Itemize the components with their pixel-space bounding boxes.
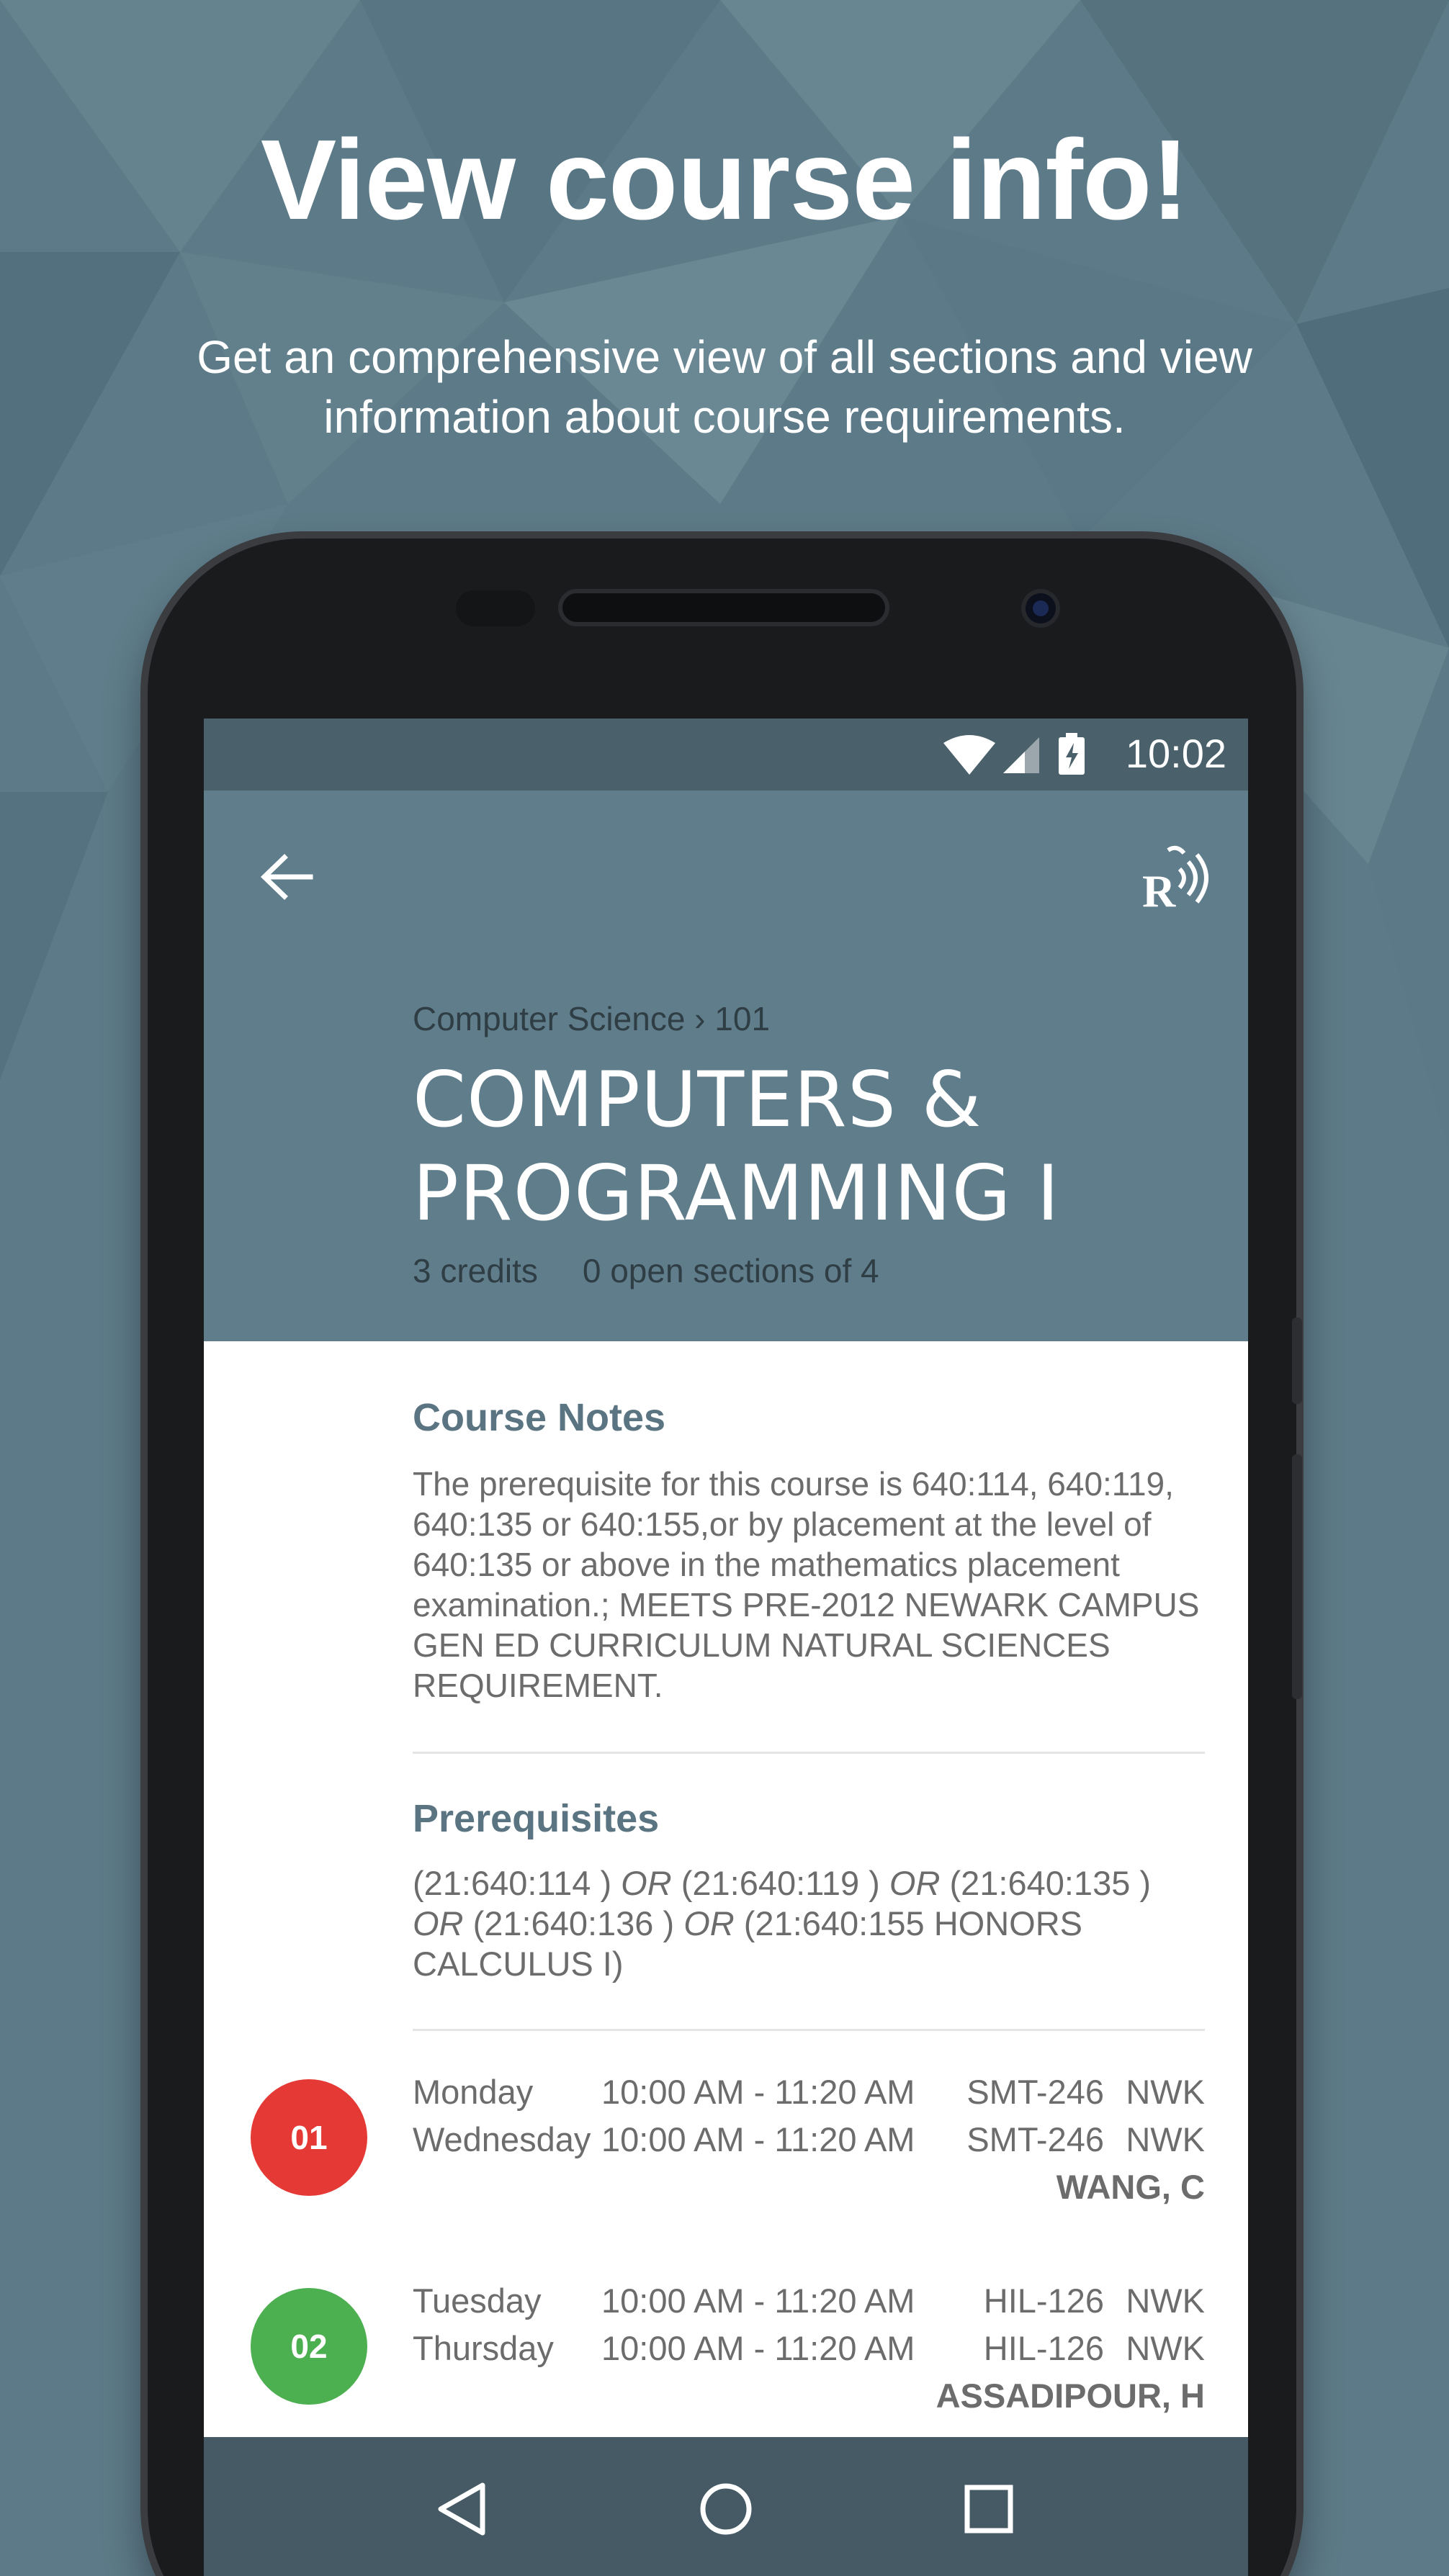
prerequisites-body: (21:640:114 ) OR (21:640:119 ) OR (21:64… — [413, 1863, 1205, 1984]
credits-label: 3 credits — [413, 1252, 538, 1289]
status-time: 10:02 — [1125, 731, 1226, 776]
status-icons — [943, 733, 1085, 775]
course-meta: 3 credits 0 open sections of 4 — [413, 1251, 879, 1290]
meeting-room: HIL-126 — [983, 2329, 1104, 2367]
power-button — [1292, 1454, 1302, 1699]
prereq-course: (21:640:114 ) — [413, 1864, 612, 1902]
meeting-row[interactable]: Tuesday 10:00 AM - 11:20 AM HIL-126 NWK — [413, 2281, 1205, 2328]
divider — [413, 1752, 1205, 1754]
course-header: R Computer Science › 101 COMPUTERS & PRO… — [204, 791, 1248, 1341]
meeting-day: Tuesday — [413, 2282, 542, 2320]
recents-square-icon[interactable] — [956, 2477, 1021, 2541]
prereq-connector: OR — [611, 1864, 681, 1902]
prereq-course: (21:640:136 ) — [472, 1904, 675, 1942]
breadcrumb: Computer Science › 101 — [413, 1000, 771, 1037]
meeting-campus: NWK — [1126, 2282, 1205, 2320]
meeting-time: 10:00 AM - 11:20 AM — [601, 2329, 915, 2367]
meeting-day: Thursday — [413, 2329, 554, 2367]
promo-subtitle: Get an comprehensive view of all section… — [197, 331, 1252, 443]
back-triangle-icon[interactable] — [431, 2477, 495, 2541]
phone-screen: 10:02 R Computer Science › 101 COMPUTERS… — [204, 719, 1248, 2576]
meeting-room: SMT-246 — [966, 2073, 1104, 2111]
svg-text:R: R — [1142, 865, 1176, 917]
course-title: COMPUTERS & PROGRAMMING I — [413, 1055, 1060, 1238]
meeting-day: Monday — [413, 2073, 534, 2111]
meeting-day: Wednesday — [413, 2120, 591, 2158]
meeting-room: HIL-126 — [983, 2282, 1104, 2320]
meeting-row[interactable]: Monday 10:00 AM - 11:20 AM SMT-246 NWK — [413, 2072, 1205, 2120]
section-number-badge[interactable]: 01 — [251, 2079, 367, 2196]
instructor-name: WANG, C — [1056, 2168, 1205, 2206]
arrow-back-icon[interactable] — [254, 845, 319, 909]
section-number-badge[interactable]: 02 — [251, 2288, 367, 2405]
meeting-time: 10:00 AM - 11:20 AM — [601, 2120, 915, 2158]
meeting-time: 10:00 AM - 11:20 AM — [601, 2073, 915, 2111]
course-notes-heading: Course Notes — [413, 1396, 666, 1439]
meeting-room: SMT-246 — [966, 2120, 1104, 2158]
status-bar: 10:02 — [204, 719, 1248, 791]
battery-charging-icon — [1059, 733, 1085, 775]
meeting-time: 10:00 AM - 11:20 AM — [601, 2282, 915, 2320]
system-nav-bar — [204, 2437, 1248, 2576]
prereq-connector: OR — [413, 1904, 473, 1942]
prereq-course: (21:640:119 ) — [681, 1864, 880, 1902]
front-camera — [1021, 589, 1060, 628]
course-notes-body: The prerequisite for this course is 640:… — [413, 1465, 1200, 1704]
instructor-name: ASSADIPOUR, H — [936, 2377, 1205, 2415]
rutgers-logo-icon[interactable]: R — [1136, 837, 1216, 917]
meeting-row[interactable]: Thursday 10:00 AM - 11:20 AM HIL-126 NWK — [413, 2328, 1205, 2376]
prerequisites-heading: Prerequisites — [413, 1797, 660, 1840]
volume-button — [1292, 1318, 1302, 1404]
meeting-campus: NWK — [1126, 2073, 1205, 2111]
divider — [413, 2029, 1205, 2031]
proximity-sensor — [456, 590, 535, 626]
prereq-connector: OR — [674, 1904, 744, 1942]
prereq-connector: OR — [879, 1864, 950, 1902]
cellular-signal-icon — [1003, 737, 1039, 773]
open-sections-label: 0 open sections of 4 — [582, 1252, 879, 1289]
meeting-campus: NWK — [1126, 2329, 1205, 2367]
prereq-course: (21:640:135 ) — [949, 1864, 1152, 1902]
course-content[interactable]: Course Notes The prerequisite for this c… — [204, 1341, 1248, 2437]
earpiece-speaker — [558, 589, 889, 626]
promo-title: View course info! — [260, 117, 1189, 243]
meeting-campus: NWK — [1126, 2120, 1205, 2158]
home-circle-icon[interactable] — [694, 2477, 758, 2541]
wifi-icon — [943, 735, 995, 775]
meeting-row[interactable]: Wednesday 10:00 AM - 11:20 AM SMT-246 NWK — [413, 2120, 1205, 2167]
